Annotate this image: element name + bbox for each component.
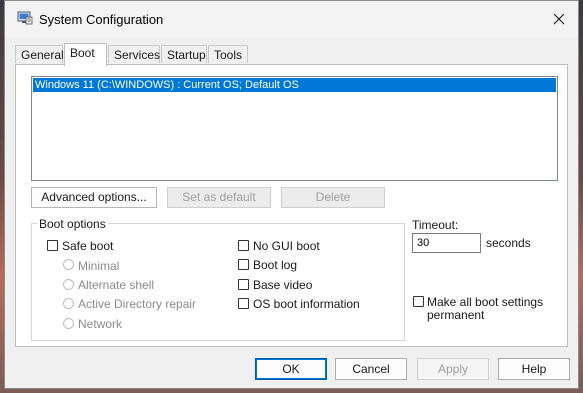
base-video-label: Base video xyxy=(253,278,313,292)
no-gui-boot-checkbox[interactable] xyxy=(238,240,249,251)
alternate-shell-radio[interactable] xyxy=(63,279,74,290)
tab-boot[interactable]: Boot xyxy=(64,43,107,66)
tab-services[interactable]: Services xyxy=(108,45,160,63)
set-as-default-button[interactable]: Set as default xyxy=(167,187,271,208)
window-title: System Configuration xyxy=(39,12,164,27)
title-bar[interactable]: System Configuration xyxy=(5,1,578,37)
os-boot-information-label: OS boot information xyxy=(253,297,360,311)
tab-tools[interactable]: Tools xyxy=(208,45,248,63)
boot-log-checkbox[interactable] xyxy=(238,259,249,270)
help-button[interactable]: Help xyxy=(498,358,570,380)
boot-log-label: Boot log xyxy=(253,258,298,272)
msconfig-icon xyxy=(17,11,33,25)
make-permanent-label-line2: permanent xyxy=(427,308,485,322)
minimal-radio[interactable] xyxy=(63,259,74,270)
advanced-options-button[interactable]: Advanced options... xyxy=(31,187,157,208)
tab-general[interactable]: General xyxy=(15,45,64,63)
no-gui-boot-label: No GUI boot xyxy=(253,239,320,253)
tab-startup[interactable]: Startup xyxy=(161,45,207,63)
boot-options-title: Boot options xyxy=(37,217,108,231)
base-video-checkbox[interactable] xyxy=(238,279,249,290)
ad-repair-radio[interactable] xyxy=(63,298,74,309)
os-list[interactable]: Windows 11 (C:\WINDOWS) : Current OS; De… xyxy=(31,76,558,181)
apply-button[interactable]: Apply xyxy=(417,358,489,380)
ok-button[interactable]: OK xyxy=(255,358,327,380)
timeout-label: Timeout: xyxy=(412,218,459,232)
os-list-item[interactable]: Windows 11 (C:\WINDOWS) : Current OS; De… xyxy=(33,78,556,92)
safe-boot-checkbox[interactable] xyxy=(47,240,58,251)
network-radio[interactable] xyxy=(63,318,74,329)
alternate-shell-label: Alternate shell xyxy=(78,278,155,292)
os-boot-information-checkbox[interactable] xyxy=(238,298,249,309)
seconds-label: seconds xyxy=(486,236,531,250)
ad-repair-label: Active Directory repair xyxy=(78,297,197,311)
close-icon xyxy=(553,13,565,25)
minimal-label: Minimal xyxy=(78,259,120,273)
system-configuration-window: System Configuration General Boot Servic… xyxy=(4,0,579,389)
make-permanent-label-line1: Make all boot settings xyxy=(427,295,544,309)
network-label: Network xyxy=(78,317,123,331)
cancel-button[interactable]: Cancel xyxy=(335,358,407,380)
close-button[interactable] xyxy=(540,1,578,37)
make-permanent-checkbox[interactable] xyxy=(413,296,424,307)
safe-boot-label: Safe boot xyxy=(62,239,114,253)
delete-button[interactable]: Delete xyxy=(281,187,385,208)
timeout-input[interactable] xyxy=(412,233,481,253)
boot-panel: Windows 11 (C:\WINDOWS) : Current OS; De… xyxy=(15,64,568,347)
